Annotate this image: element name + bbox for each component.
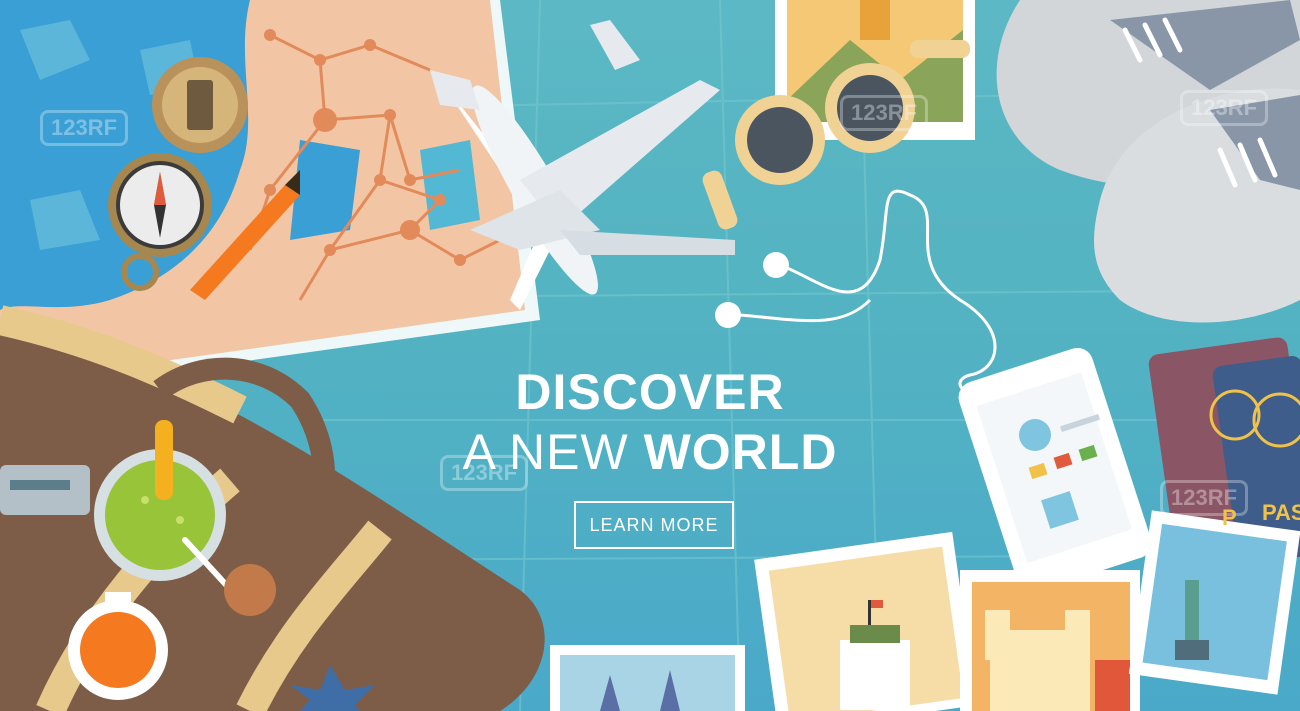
passport-front-label: PAS xyxy=(1262,500,1300,525)
photo-statue-of-liberty xyxy=(1128,510,1300,695)
phone-icon xyxy=(958,347,1152,593)
watermark-label: 123RF xyxy=(1180,90,1269,126)
passport-back-label: P xyxy=(1222,505,1237,530)
photo-church xyxy=(550,645,745,711)
photo-cathedral xyxy=(960,570,1140,711)
headline-line-2-prefix: A NEW xyxy=(462,424,644,480)
sneakers-icon xyxy=(996,0,1300,323)
headline: DISCOVER A NEW WORLD xyxy=(440,362,860,482)
watermark-label: 123RF xyxy=(840,95,929,131)
watermark-label: 123RF xyxy=(40,110,129,146)
headline-line-2: A NEW WORLD xyxy=(440,422,860,482)
photo-temple xyxy=(754,531,977,711)
scene-illustration xyxy=(0,0,1300,711)
travel-banner: 123RF 123RF 123RF 123RF 123RF P PAS DISC… xyxy=(0,0,1300,711)
headline-line-2-emphasis: WORLD xyxy=(643,424,838,480)
map xyxy=(0,0,540,380)
headline-line-1: DISCOVER xyxy=(515,364,785,420)
learn-more-button[interactable]: LEARN MORE xyxy=(574,501,734,549)
